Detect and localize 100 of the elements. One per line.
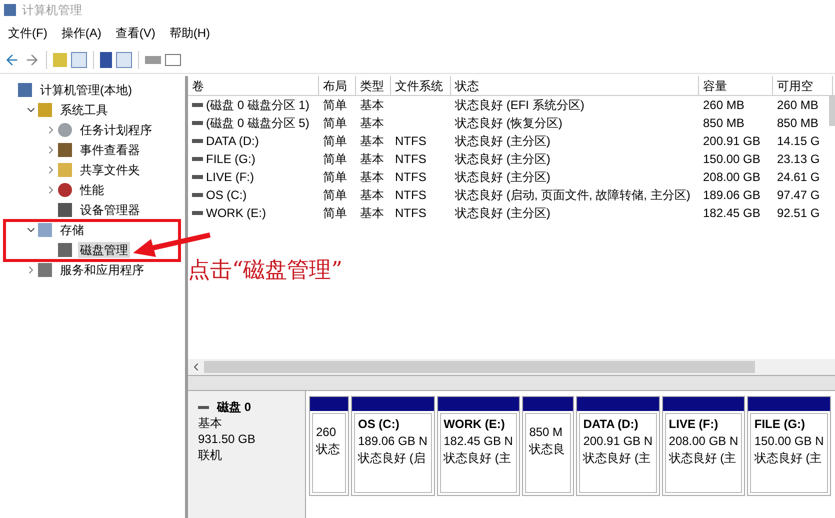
forward-icon[interactable] — [24, 52, 40, 68]
table-cell-text: 简单 — [323, 115, 347, 132]
tree-item[interactable]: 性能 — [78, 182, 106, 198]
tree-item[interactable]: 存储 — [58, 222, 86, 238]
partition-block[interactable]: DATA (D:) 200.91 GB N 状态良好 (主 — [576, 396, 660, 496]
table-cell-text: 基本 — [360, 97, 384, 114]
action-pane-icon[interactable] — [116, 52, 132, 68]
folder-up-icon[interactable] — [53, 52, 67, 66]
menu-item[interactable]: 帮助(H) — [169, 24, 210, 42]
partition-size: 850 M — [529, 424, 564, 441]
tree-node-icon — [58, 163, 72, 177]
tree-node-icon — [58, 243, 72, 257]
column-header[interactable]: 状态 — [451, 76, 699, 95]
vertical-scrollbar[interactable] — [829, 96, 835, 126]
volume-icon — [192, 211, 203, 215]
tree-item[interactable]: 磁盘管理 — [78, 242, 130, 258]
tree-item[interactable]: 共享文件夹 — [78, 162, 142, 178]
tree-node-icon — [38, 263, 52, 277]
table-cell-text: 24.61 G — [777, 169, 820, 186]
tree-node-icon — [18, 83, 32, 97]
volume-icon — [192, 175, 203, 179]
partition-size: 189.06 GB N — [358, 433, 428, 450]
partition-block[interactable]: FILE (G:) 150.00 GB N 状态良好 (主 — [747, 396, 831, 496]
partition-size: 260 — [316, 424, 338, 441]
tree-node-icon — [38, 103, 52, 117]
table-cell-text: 状态良好 (恢复分区) — [455, 115, 562, 132]
tree-item[interactable]: 任务计划程序 — [78, 122, 154, 138]
table-cell-text: 简单 — [323, 97, 347, 114]
help-icon[interactable] — [100, 52, 112, 68]
table-cell-text: 92.51 G — [777, 205, 820, 222]
partition-header-bar — [523, 397, 574, 411]
tree-node-icon — [38, 223, 52, 237]
app-icon — [4, 4, 16, 16]
partition-block[interactable]: WORK (E:) 182.45 GB N 状态良好 (主 — [436, 396, 520, 496]
volume-icon — [192, 157, 203, 161]
partition-size: 200.91 GB N — [583, 433, 653, 450]
column-header[interactable]: 容量 — [699, 76, 773, 95]
tree-item[interactable]: 设备管理器 — [78, 202, 142, 218]
table-cell-text: 基本 — [360, 133, 384, 150]
partition-label: LIVE (F:) — [668, 416, 720, 433]
table-cell-text: 182.45 GB — [703, 205, 760, 222]
disk-size: 931.50 GB — [198, 431, 256, 447]
table-cell-text: 基本 — [360, 151, 384, 168]
partition-block[interactable]: OS (C:) 189.06 GB N 状态良好 (启 — [351, 396, 435, 496]
table-cell-text: 200.91 GB — [703, 133, 760, 150]
table-cell-text: 简单 — [323, 205, 347, 222]
partition-status: 状态良 — [529, 441, 566, 458]
tree-item[interactable]: 系统工具 — [58, 102, 110, 118]
window-icon[interactable] — [165, 54, 181, 66]
horizontal-scrollbar[interactable] — [188, 359, 835, 375]
table-cell-text: NTFS — [395, 205, 426, 222]
window-title: 计算机管理 — [22, 2, 82, 19]
menu-item[interactable]: 操作(A) — [61, 24, 102, 42]
tree-node-icon — [58, 203, 72, 217]
table-cell-text: 状态良好 (主分区) — [455, 151, 550, 168]
partition-block[interactable]: LIVE (F:) 208.00 GB N 状态良好 (主 — [662, 396, 746, 496]
back-icon[interactable] — [4, 52, 20, 68]
partition-status: 状态良好 (主 — [444, 450, 512, 467]
tree-node-icon — [58, 123, 72, 137]
table-cell-text: 260 MB — [703, 97, 744, 114]
tree-item[interactable]: 服务和应用程序 — [58, 262, 146, 278]
menu-item[interactable]: 查看(V) — [115, 24, 156, 42]
column-header[interactable]: 类型 — [356, 76, 391, 95]
partition-label: OS (C:) — [358, 416, 400, 433]
table-cell-text: 850 MB — [777, 115, 818, 132]
partition-block[interactable]: 260 状态 — [309, 396, 349, 496]
table-cell-text: 208.00 GB — [703, 169, 760, 186]
connect-icon[interactable] — [145, 56, 161, 64]
partition-block[interactable]: 850 M 状态良 — [522, 396, 574, 496]
column-header[interactable]: 卷 — [188, 76, 319, 95]
table-cell-text: 状态良好 (主分区) — [455, 169, 550, 186]
table-cell-text: 189.06 GB — [703, 187, 760, 204]
volume-icon — [192, 103, 203, 107]
disk-name: 磁盘 0 — [217, 399, 252, 415]
table-cell-text: 基本 — [360, 115, 384, 132]
column-header[interactable]: 可用空 — [773, 76, 833, 95]
partition-status: 状态良好 (启 — [358, 450, 426, 467]
menu-item[interactable]: 文件(F) — [8, 24, 48, 42]
partition-label: DATA (D:) — [583, 416, 640, 433]
column-header[interactable]: 文件系统 — [391, 76, 451, 95]
partition-status: 状态良好 (主 — [754, 450, 823, 467]
annotation-text: 点击“磁盘管理” — [188, 257, 342, 285]
table-cell-text: 状态良好 (主分区) — [455, 133, 550, 150]
table-cell-text: 150.00 GB — [703, 151, 760, 168]
tree-item[interactable]: 计算机管理(本地) — [38, 82, 134, 98]
console-tree-icon[interactable] — [71, 52, 87, 68]
partition-status: 状态 — [316, 441, 341, 458]
table-cell-text: 基本 — [360, 169, 384, 186]
partition-header-bar — [310, 397, 348, 411]
tree-item[interactable]: 事件查看器 — [78, 142, 142, 158]
table-cell-text: 简单 — [323, 187, 347, 204]
volume-icon — [192, 193, 203, 197]
scrollbar-thumb[interactable] — [204, 361, 755, 373]
tree-node-icon — [58, 183, 72, 197]
table-cell-text: 简单 — [323, 133, 347, 150]
table-cell-text: 97.47 G — [777, 187, 820, 204]
column-header[interactable]: 布局 — [319, 76, 356, 95]
table-cell-text: 850 MB — [703, 115, 744, 132]
disk-status: 联机 — [198, 447, 223, 463]
table-cell-text: 23.13 G — [777, 151, 820, 168]
